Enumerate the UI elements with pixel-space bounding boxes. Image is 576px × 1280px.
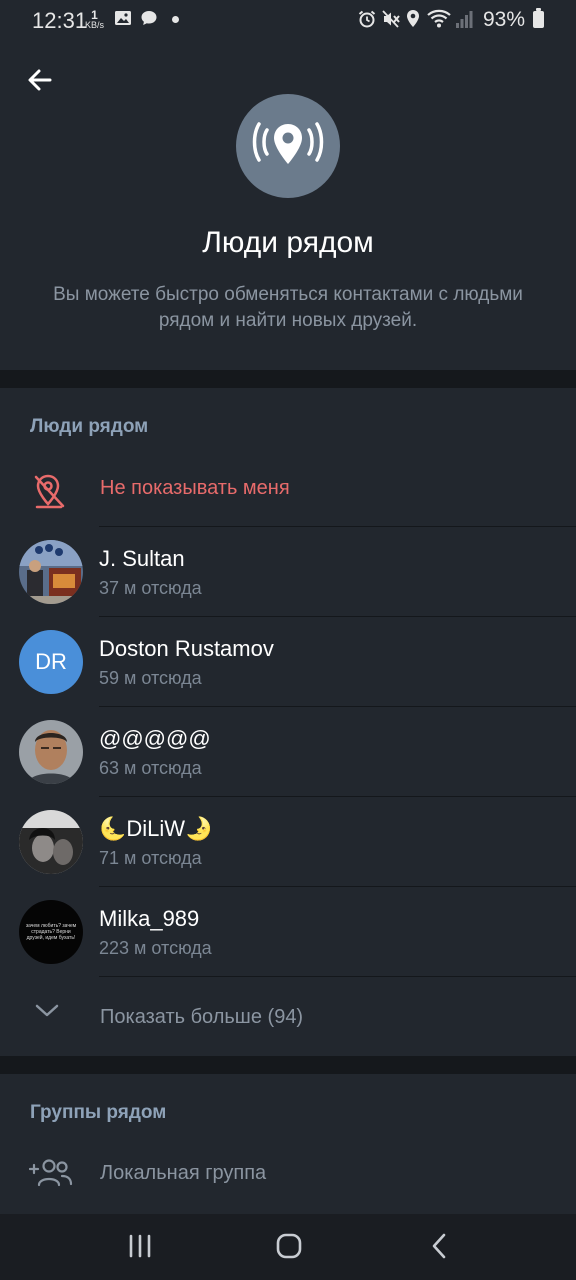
user-row[interactable]: зачем любить? зачем страдать? Верни друз… (0, 888, 576, 978)
alarm-icon (358, 10, 376, 28)
hide-me-button[interactable]: Не показывать меня (0, 460, 576, 526)
location-icon (407, 10, 419, 27)
divider (99, 706, 576, 707)
status-bar: 12:31 1 KB/s 93% (0, 0, 576, 40)
avatar (19, 720, 83, 784)
gallery-icon (115, 11, 131, 25)
divider (99, 796, 576, 797)
header: Люди рядом Вы можете быстро обменяться к… (0, 40, 576, 370)
user-distance: 59 м отсюда (99, 668, 202, 688)
user-distance: 71 м отсюда (99, 848, 202, 868)
mute-icon (382, 10, 400, 28)
home-icon[interactable] (275, 1232, 303, 1260)
user-distance: 223 м отсюда (99, 938, 212, 958)
battery-icon (533, 8, 544, 28)
avatar-photo (19, 540, 83, 604)
divider (99, 616, 576, 617)
recent-apps-icon[interactable] (126, 1232, 154, 1260)
back-arrow-icon[interactable] (24, 64, 56, 96)
avatar-photo (19, 810, 83, 874)
status-time: 12:31 (32, 8, 88, 33)
user-distance: 37 м отсюда (99, 578, 202, 598)
user-name: Doston Rustamov (99, 636, 274, 661)
add-group-icon (29, 1159, 73, 1187)
divider (99, 976, 576, 977)
people-section-title: Люди рядом (30, 416, 149, 437)
page-title: Люди рядом (202, 226, 374, 259)
avatar-text: зачем любить? зачем страдать? Верни друз… (25, 923, 77, 941)
location-off-icon (34, 474, 65, 509)
avatar-initials: DR (19, 630, 83, 694)
user-row[interactable]: 🌜DiLiW🌛 71 м отсюда (0, 798, 576, 888)
wifi-icon (427, 9, 451, 28)
net-speed: 1 KB/s (85, 9, 104, 30)
user-name-text: DiLiW (126, 816, 186, 841)
section-separator (0, 1056, 576, 1074)
user-row[interactable]: @@@@@ 63 м отсюда (0, 708, 576, 798)
user-name: Milka_989 (99, 906, 200, 931)
user-row[interactable]: DR Doston Rustamov 59 м отсюда (0, 618, 576, 708)
local-group-label: Локальная группа (100, 1162, 267, 1184)
groups-nearby-section: Группы рядом Локальная группа (0, 1074, 576, 1214)
avatar-photo (19, 720, 83, 784)
groups-section-title: Группы рядом (30, 1102, 167, 1123)
net-speed-unit: KB/s (85, 20, 105, 30)
avatar: зачем любить? зачем страдать? Верни друз… (19, 900, 83, 964)
show-more-label: Показать больше (94) (100, 1006, 304, 1028)
user-name: 🌜DiLiW🌛 (99, 816, 212, 842)
chevron-down-icon (35, 1004, 59, 1017)
system-nav-bar (0, 1214, 576, 1280)
hide-me-label: Не показывать меня (100, 477, 290, 499)
divider (99, 886, 576, 887)
people-nearby-section: Люди рядом Не показывать меня J. Sultan (0, 388, 576, 1056)
battery-percent: 93% (483, 8, 526, 31)
user-name: J. Sultan (99, 546, 185, 571)
notification-dot (172, 16, 179, 23)
divider (99, 526, 576, 527)
user-row[interactable]: J. Sultan 37 м отсюда (0, 528, 576, 618)
avatar (19, 810, 83, 874)
moon-left-emoji: 🌜 (99, 816, 127, 841)
avatar (19, 540, 83, 604)
people-nearby-hero-icon (236, 94, 340, 198)
user-name: @@@@@ (99, 726, 211, 751)
moon-right-emoji: 🌛 (185, 816, 213, 841)
section-separator (0, 370, 576, 388)
nav-back-icon[interactable] (426, 1232, 454, 1260)
user-distance: 63 м отсюда (99, 758, 202, 778)
page-subtitle: Вы можете быстро обменяться контактами с… (53, 284, 523, 331)
signal-icon (456, 11, 473, 28)
location-broadcast-icon (252, 122, 324, 164)
local-group-button[interactable]: Локальная группа (0, 1140, 576, 1206)
chat-icon (141, 11, 157, 25)
show-more-button[interactable]: Показать больше (94) (0, 978, 576, 1056)
